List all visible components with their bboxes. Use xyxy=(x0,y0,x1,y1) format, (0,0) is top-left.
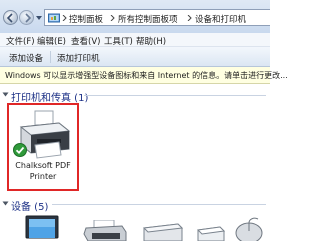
menu-bar: 文件(F) 编辑(E) 查看(V) 工具(T) 帮助(H) xyxy=(0,33,270,47)
forward-button[interactable] xyxy=(19,10,34,25)
control-panel-icon xyxy=(48,13,60,23)
group-title-printers: 打印机和传真 (1) xyxy=(11,93,89,104)
command-bar: 添加设备 添加打印机 xyxy=(0,47,270,67)
mouse-icon[interactable] xyxy=(232,217,266,241)
info-bar[interactable]: Windows 可以显示增强型设备图标和来自 Internet 的信息。请单击进… xyxy=(0,67,288,84)
menu-tools[interactable]: 工具(T) xyxy=(104,35,133,47)
group-header-devices[interactable]: 设备 (5) xyxy=(0,197,270,213)
check-icon xyxy=(13,143,27,157)
group-title-devices: 设备 (5) xyxy=(11,202,49,213)
breadcrumb-separator-icon[interactable] xyxy=(110,15,115,21)
scanner-icon[interactable] xyxy=(140,222,184,241)
drive-icon[interactable] xyxy=(196,224,226,241)
breadcrumb-control-panel[interactable]: 控制面板 xyxy=(69,13,103,25)
address-bar[interactable]: 控制面板 所有控制面板项 设备和打印机 xyxy=(44,9,270,26)
breadcrumb-separator-icon[interactable] xyxy=(187,15,192,21)
address-row: 控制面板 所有控制面板项 设备和打印机 xyxy=(0,0,270,33)
menu-help[interactable]: 帮助(H) xyxy=(136,35,166,47)
collapse-chevron-icon[interactable] xyxy=(2,200,9,207)
arrow-right-icon xyxy=(25,13,32,23)
group-divider xyxy=(52,204,266,205)
command-divider xyxy=(50,51,51,63)
device-list: 打印机和传真 (1) Chalksoft PDF Printer 设备 (5) xyxy=(0,84,270,241)
device-label-line1: Chalksoft PDF xyxy=(15,161,71,170)
back-button[interactable] xyxy=(3,10,18,25)
group-divider xyxy=(84,95,266,96)
add-device-button[interactable]: 添加设备 xyxy=(9,52,43,64)
laptop-icon[interactable] xyxy=(20,215,66,241)
info-bar-text: Windows 可以显示增强型设备图标和来自 Internet 的信息。请单击进… xyxy=(5,71,288,80)
breadcrumb-separator-icon xyxy=(62,15,67,21)
menu-edit[interactable]: 编辑(E) xyxy=(37,35,66,47)
history-dropdown-icon[interactable] xyxy=(36,15,42,21)
device-label-line2: Printer xyxy=(29,172,57,181)
printer-icon[interactable] xyxy=(82,220,128,241)
collapse-chevron-icon[interactable] xyxy=(2,91,9,98)
menu-file[interactable]: 文件(F) xyxy=(6,35,35,47)
group-header-printers[interactable]: 打印机和传真 (1) xyxy=(0,88,270,104)
breadcrumb-devices-printers[interactable]: 设备和打印机 xyxy=(195,13,246,25)
breadcrumb-all-items[interactable]: 所有控制面板项 xyxy=(118,13,178,25)
device-tile-chalksoft-pdf-printer[interactable]: Chalksoft PDF Printer xyxy=(7,103,79,191)
arrow-left-icon xyxy=(6,13,13,23)
menu-view[interactable]: 查看(V) xyxy=(71,35,100,47)
add-printer-button[interactable]: 添加打印机 xyxy=(57,52,100,64)
